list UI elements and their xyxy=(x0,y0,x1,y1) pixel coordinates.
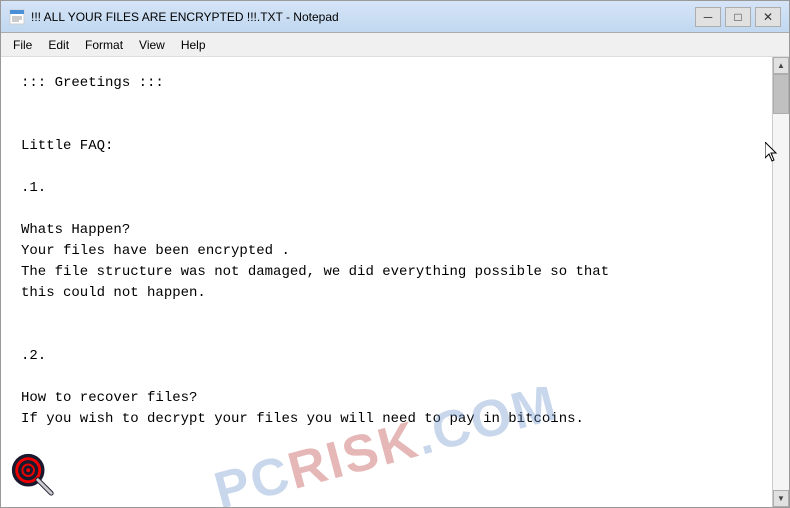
window-controls: ─ □ ✕ xyxy=(695,7,781,27)
scroll-up-button[interactable]: ▲ xyxy=(773,57,789,74)
menu-help[interactable]: Help xyxy=(173,36,214,54)
menu-file[interactable]: File xyxy=(5,36,40,54)
window-icon xyxy=(9,9,25,25)
close-button[interactable]: ✕ xyxy=(755,7,781,27)
menu-edit[interactable]: Edit xyxy=(40,36,77,54)
vertical-scrollbar[interactable]: ▲ ▼ xyxy=(772,57,789,507)
scrollbar-track[interactable] xyxy=(773,74,789,490)
menu-format[interactable]: Format xyxy=(77,36,131,54)
minimize-button[interactable]: ─ xyxy=(695,7,721,27)
menu-bar: File Edit Format View Help xyxy=(1,33,789,57)
content-area: ::: Greetings ::: Little FAQ: .1. Whats … xyxy=(1,57,789,507)
notepad-window: !!! ALL YOUR FILES ARE ENCRYPTED !!!.TXT… xyxy=(0,0,790,508)
window-title: !!! ALL YOUR FILES ARE ENCRYPTED !!!.TXT… xyxy=(31,10,695,24)
maximize-button[interactable]: □ xyxy=(725,7,751,27)
menu-view[interactable]: View xyxy=(131,36,173,54)
scrollbar-thumb[interactable] xyxy=(773,74,789,114)
scroll-down-button[interactable]: ▼ xyxy=(773,490,789,507)
title-bar: !!! ALL YOUR FILES ARE ENCRYPTED !!!.TXT… xyxy=(1,1,789,33)
text-editor[interactable]: ::: Greetings ::: Little FAQ: .1. Whats … xyxy=(1,57,772,507)
